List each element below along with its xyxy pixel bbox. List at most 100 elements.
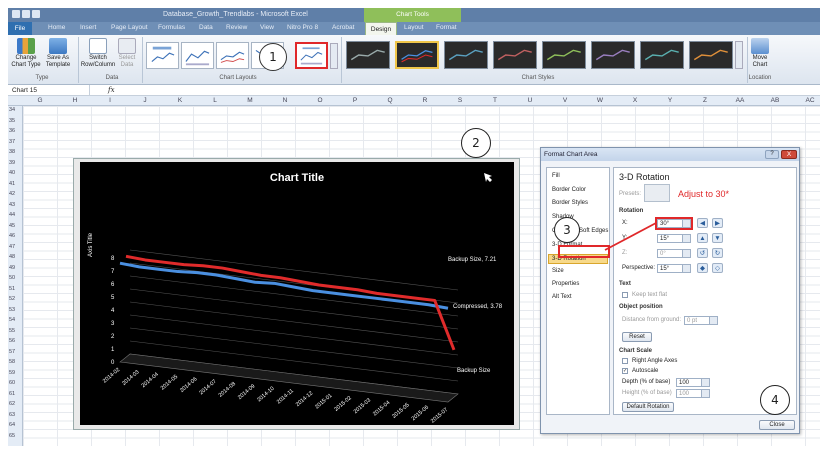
row-header[interactable]: 35: [9, 118, 15, 124]
column-header[interactable]: M: [235, 97, 265, 104]
rotate-cw-icon[interactable]: ↻: [712, 248, 723, 258]
row-header[interactable]: 56: [9, 338, 15, 344]
styles-more-button[interactable]: [735, 41, 743, 69]
row-header[interactable]: 49: [9, 265, 15, 271]
row-header[interactable]: 55: [9, 328, 15, 334]
default-rotation-button[interactable]: Default Rotation: [622, 402, 674, 412]
row-header[interactable]: 59: [9, 370, 15, 376]
rotate-ccw-icon[interactable]: ↺: [697, 248, 708, 258]
row-header[interactable]: 46: [9, 233, 15, 239]
column-header[interactable]: G: [25, 97, 55, 104]
save-as-template-button[interactable]: Save As Template: [42, 38, 74, 69]
row-header[interactable]: 45: [9, 223, 15, 229]
name-box[interactable]: Chart 15: [8, 85, 90, 96]
row-header[interactable]: 36: [9, 128, 15, 134]
column-header[interactable]: Z: [690, 97, 720, 104]
chart-layout-2[interactable]: [181, 42, 214, 69]
chart-style-8[interactable]: [689, 41, 733, 69]
column-header[interactable]: X: [620, 97, 650, 104]
tab-layout[interactable]: Layout: [404, 24, 424, 31]
column-header[interactable]: AB: [760, 97, 790, 104]
row-header[interactable]: 57: [9, 349, 15, 355]
tab-acrobat[interactable]: Acrobat: [332, 24, 354, 31]
column-header[interactable]: V: [550, 97, 580, 104]
chart-style-1[interactable]: [346, 41, 390, 69]
row-header[interactable]: 52: [9, 296, 15, 302]
row-header[interactable]: 54: [9, 317, 15, 323]
chart-layout-5-selected[interactable]: [295, 42, 328, 69]
rotate-left-icon[interactable]: ◀: [697, 218, 708, 228]
column-header[interactable]: U: [515, 97, 545, 104]
column-header[interactable]: P: [340, 97, 370, 104]
z-rotation-input[interactable]: 0°: [657, 249, 691, 258]
row-header[interactable]: 65: [9, 433, 15, 439]
tab-view[interactable]: View: [260, 24, 274, 31]
reset-button[interactable]: Reset: [622, 332, 652, 342]
help-button[interactable]: ?: [765, 150, 779, 159]
chart-style-4[interactable]: [493, 41, 537, 69]
widen-fov-icon[interactable]: ◇: [712, 263, 723, 273]
row-header[interactable]: 38: [9, 149, 15, 155]
data-label-backup[interactable]: Backup Size, 7.21: [448, 257, 497, 263]
y-rotation-input[interactable]: 15°: [657, 234, 691, 243]
row-header[interactable]: 42: [9, 191, 15, 197]
column-header[interactable]: S: [445, 97, 475, 104]
row-header[interactable]: 40: [9, 170, 15, 176]
row-header[interactable]: 37: [9, 139, 15, 145]
data-label-compressed[interactable]: Compressed, 3.78: [453, 304, 503, 310]
tab-data[interactable]: Data: [199, 24, 213, 31]
column-header[interactable]: J: [130, 97, 160, 104]
row-header[interactable]: 61: [9, 391, 15, 397]
height-input[interactable]: 100: [676, 389, 710, 398]
nav-item-alt-text[interactable]: Alt Text: [552, 294, 572, 300]
switch-row-column-button[interactable]: Switch Row/Column: [80, 38, 116, 69]
column-header[interactable]: T: [480, 97, 510, 104]
column-header[interactable]: L: [200, 97, 230, 104]
right-angle-axes-checkbox[interactable]: [622, 358, 628, 364]
row-header[interactable]: 63: [9, 412, 15, 418]
chart-layout-3[interactable]: [216, 42, 249, 69]
column-header[interactable]: Q: [375, 97, 405, 104]
column-header[interactable]: Y: [655, 97, 685, 104]
row-header[interactable]: 53: [9, 307, 15, 313]
change-chart-type-button[interactable]: Change Chart Type: [10, 38, 42, 69]
series-line-backup[interactable]: [119, 261, 449, 310]
chart-style-6[interactable]: [591, 41, 635, 69]
layouts-more-button[interactable]: [330, 43, 338, 69]
nav-item-properties[interactable]: Properties: [552, 281, 579, 287]
column-header[interactable]: R: [410, 97, 440, 104]
nav-item-border-color[interactable]: Border Color: [552, 187, 586, 193]
chart-area[interactable]: Chart Title Axis Title 0 1 2 3 4 5 6 7 8 2014-02…: [80, 162, 514, 425]
quick-access-toolbar[interactable]: [12, 10, 52, 20]
tab-file[interactable]: File: [8, 22, 32, 35]
row-header[interactable]: 51: [9, 286, 15, 292]
row-header[interactable]: 47: [9, 244, 15, 250]
row-header[interactable]: 34: [9, 107, 15, 113]
fx-icon[interactable]: fx: [108, 86, 115, 94]
close-button[interactable]: Close: [759, 420, 795, 430]
row-header[interactable]: 58: [9, 359, 15, 365]
dialog-close-button[interactable]: X: [781, 150, 797, 159]
column-header[interactable]: I: [95, 97, 125, 104]
keep-text-flat-checkbox[interactable]: [622, 292, 628, 298]
column-header[interactable]: K: [165, 97, 195, 104]
tab-review[interactable]: Review: [226, 24, 247, 31]
nav-item-border-styles[interactable]: Border Styles: [552, 200, 588, 206]
narrow-fov-icon[interactable]: ◆: [697, 263, 708, 273]
chart-style-3[interactable]: [444, 41, 488, 69]
rotate-right-icon[interactable]: ▶: [712, 218, 723, 228]
select-data-button[interactable]: Select Data: [116, 38, 138, 69]
presets-dropdown[interactable]: [644, 184, 670, 202]
row-header[interactable]: 64: [9, 422, 15, 428]
autoscale-checkbox[interactable]: ✓: [622, 368, 628, 374]
tab-design[interactable]: Design: [365, 22, 397, 35]
nav-item-size[interactable]: Size: [552, 268, 564, 274]
row-header[interactable]: 39: [9, 160, 15, 166]
tab-nitro[interactable]: Nitro Pro 8: [287, 24, 318, 31]
row-header[interactable]: 62: [9, 401, 15, 407]
tab-insert[interactable]: Insert: [80, 24, 96, 31]
rotate-up-icon[interactable]: ▲: [697, 233, 708, 243]
column-header[interactable]: O: [305, 97, 335, 104]
rotate-down-icon[interactable]: ▼: [712, 233, 723, 243]
column-header[interactable]: AA: [725, 97, 755, 104]
